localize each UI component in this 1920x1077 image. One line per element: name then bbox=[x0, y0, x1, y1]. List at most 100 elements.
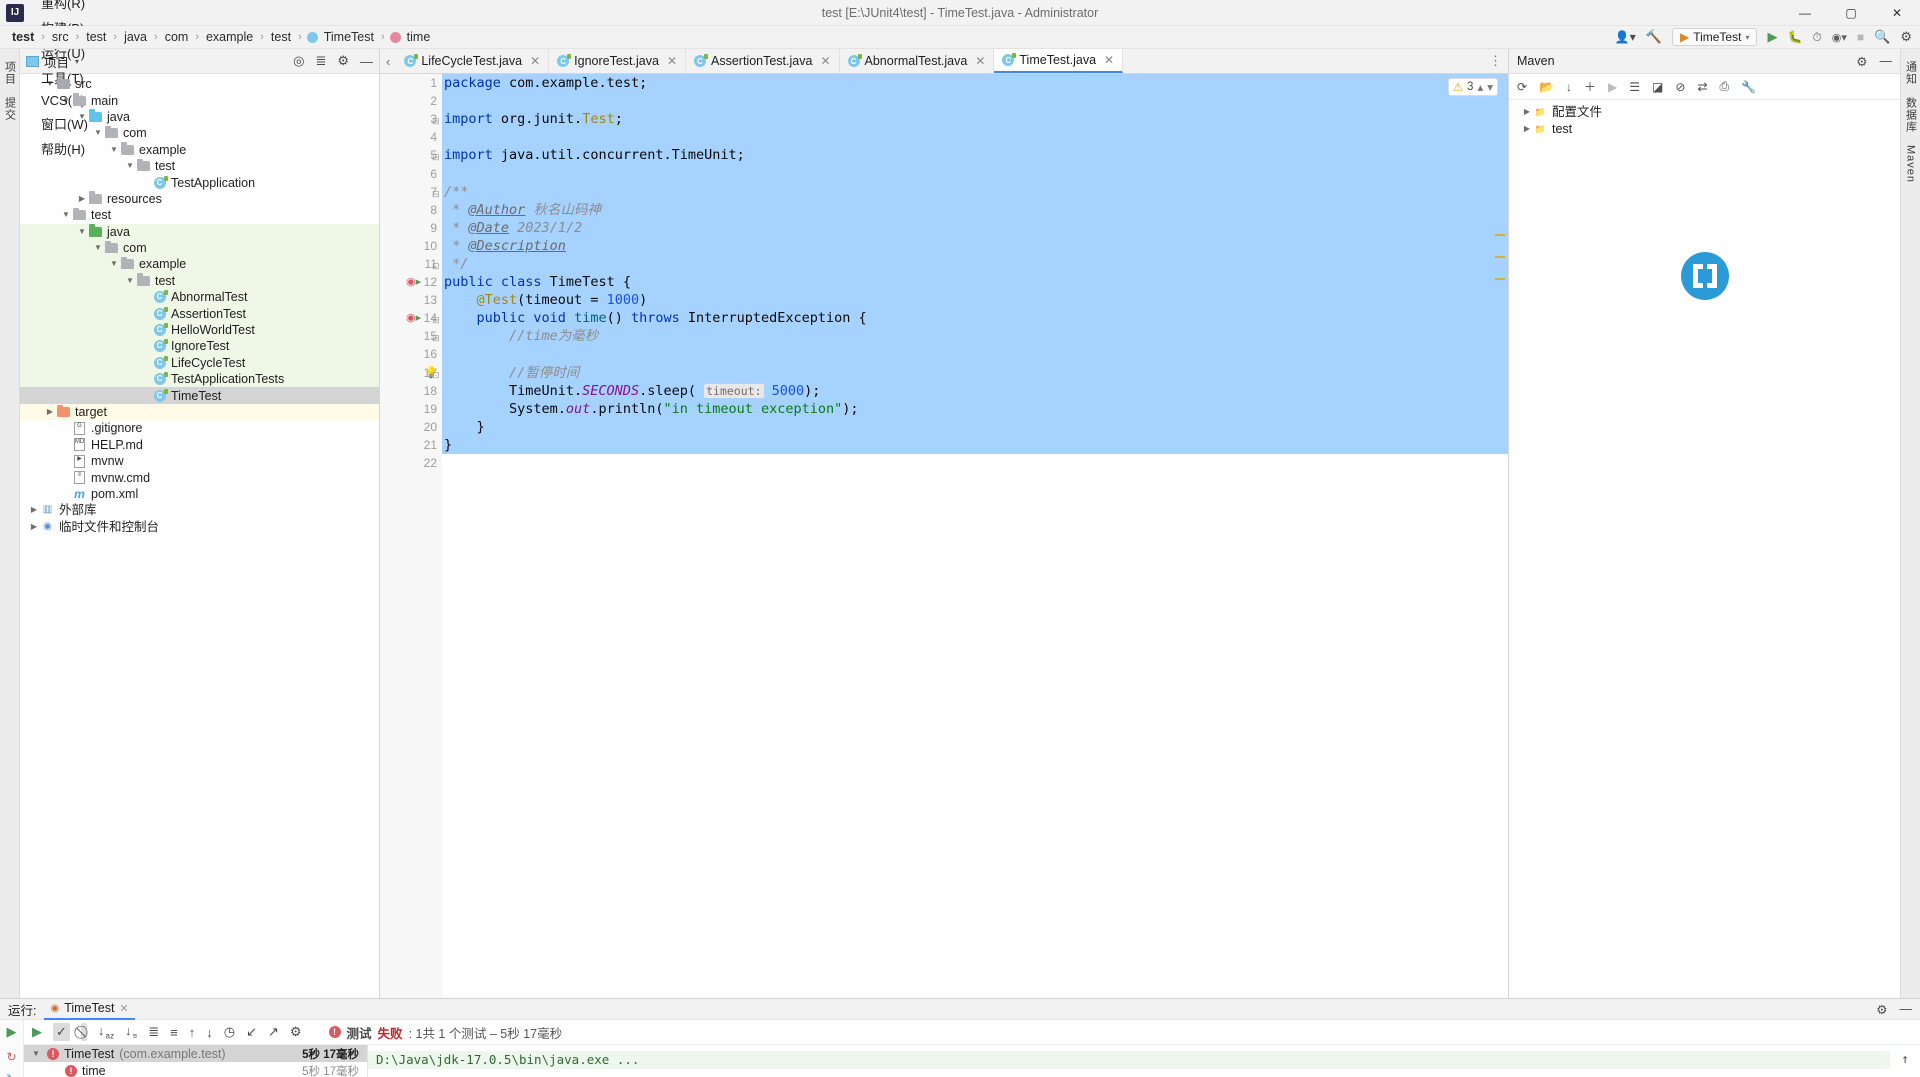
plus-icon[interactable]: ＋ bbox=[1584, 78, 1596, 95]
tree-expand-arrow[interactable]: ▶ bbox=[76, 191, 88, 207]
gutter-line-15[interactable]: 15 ⊟ bbox=[380, 327, 442, 345]
close-icon[interactable]: ✕ bbox=[119, 1002, 128, 1015]
strip-tab-commit[interactable]: 提交 bbox=[2, 97, 18, 121]
tree-expand-arrow[interactable]: ▼ bbox=[108, 256, 120, 272]
expand-icon[interactable]: ⇄ bbox=[1697, 80, 1707, 94]
execute-goal-icon[interactable]: ☰ bbox=[1629, 80, 1640, 94]
project-panel-tools[interactable]: ◎ ≣ ⚙ — bbox=[293, 53, 373, 69]
code-line-10[interactable]: * @Description bbox=[442, 237, 1508, 255]
tree-item-mvnw.cmd[interactable]: ≡ mvnw.cmd bbox=[20, 469, 379, 485]
gutter-line-12[interactable]: 12 ◉▸ bbox=[380, 273, 442, 291]
code-line-1[interactable]: package com.example.test; bbox=[442, 74, 1508, 92]
panel-settings-icon[interactable]: ⚙ bbox=[1856, 54, 1867, 69]
offline-mode-icon[interactable]: ⊘ bbox=[1675, 80, 1685, 94]
tree-item-com[interactable]: ▼ com bbox=[20, 239, 379, 257]
scroll-up-icon[interactable]: ↑ bbox=[1901, 1051, 1909, 1066]
close-icon[interactable]: ✕ bbox=[1104, 53, 1114, 67]
inspection-prev-icon[interactable]: ▴ bbox=[1477, 80, 1483, 94]
test-tree-row-TimeTest[interactable]: ▼! TimeTest (com.example.test) 5秒 17毫秒 bbox=[24, 1045, 367, 1062]
maven-panel-tools[interactable]: ⚙ — bbox=[1856, 54, 1892, 69]
minimize-button[interactable]: — bbox=[1782, 0, 1828, 26]
gutter-line-1[interactable]: 1 bbox=[380, 74, 442, 92]
gutter-line-14[interactable]: 14 ◉▸ ⊟ bbox=[380, 309, 442, 327]
editor-body[interactable]: 1 2 3 ⊟ 4 5 ⊟ 6 7 ⊟ 8 9 10 11 ⊡ 12 ◉▸ 13 14 ◉▸ ⊟ 15 ⊟ 16 17 💡 ⊡ 18 1… bbox=[380, 74, 1508, 998]
run-tab-timetest[interactable]: ◉ TimeTest ✕ bbox=[44, 999, 135, 1020]
coverage-button[interactable]: ◉▾ bbox=[1832, 31, 1847, 44]
run-button[interactable]: ▶ bbox=[1767, 29, 1777, 45]
panel-settings-icon[interactable]: ⚙ bbox=[337, 53, 349, 69]
code-line-15[interactable]: //time为毫秒 bbox=[442, 327, 1508, 345]
menu-9[interactable]: VCS(S) bbox=[32, 90, 97, 111]
gutter-line-8[interactable]: 8 bbox=[380, 201, 442, 219]
next-failed-icon[interactable]: ↓ bbox=[206, 1025, 213, 1040]
strip-tab-database[interactable]: 数据库 bbox=[1903, 97, 1919, 133]
code-line-17[interactable]: //暂停时间 bbox=[442, 364, 1508, 382]
collapse-all-icon[interactable]: ≡ bbox=[170, 1025, 178, 1040]
editor-tab-LifeCycleTest.java[interactable]: C LifeCycleTest.java ✕ bbox=[396, 49, 550, 73]
code-lines[interactable]: package com.example.test; import org.jun… bbox=[442, 74, 1508, 472]
gutter-line-10[interactable]: 10 bbox=[380, 237, 442, 255]
search-icon[interactable]: 🔍 bbox=[1874, 29, 1890, 45]
test-history-icon[interactable]: ◷ bbox=[224, 1024, 235, 1040]
add-maven-project-icon[interactable]: 📂 bbox=[1539, 80, 1554, 94]
strip-tab-notifications[interactable]: 通知 bbox=[1903, 61, 1919, 85]
hammer-icon[interactable]: 🔨 bbox=[1646, 29, 1662, 45]
gutter-line-20[interactable]: 20 bbox=[380, 418, 442, 436]
code-line-9[interactable]: * @Date 2023/1/2 bbox=[442, 219, 1508, 237]
gutter-line-21[interactable]: 21 bbox=[380, 436, 442, 454]
strip-tab-project[interactable]: 项目 bbox=[2, 61, 18, 85]
code-line-19[interactable]: System.out.println("in timeout exception… bbox=[442, 400, 1508, 418]
gutter-line-16[interactable]: 16 bbox=[380, 345, 442, 363]
code-line-20[interactable]: } bbox=[442, 418, 1508, 436]
run-settings-icon[interactable]: ⚙ bbox=[290, 1024, 302, 1040]
tree-item-mvnw[interactable]: ▶ mvnw bbox=[20, 453, 379, 469]
code-line-13[interactable]: @Test(timeout = 1000) bbox=[442, 291, 1508, 309]
menu-11[interactable]: 帮助(H) bbox=[32, 136, 97, 161]
tabs-scroll-left[interactable]: ‹ bbox=[380, 49, 396, 73]
rerun-failed-icon[interactable]: ↻ bbox=[6, 1050, 16, 1064]
editor-tab-list[interactable]: C LifeCycleTest.java ✕ C IgnoreTest.java ✕ C As… bbox=[396, 49, 1124, 73]
console-line-0[interactable]: D:\Java\jdk-17.0.5\bin\java.exe ... bbox=[368, 1051, 1920, 1070]
expand-all-icon[interactable]: ≣ bbox=[148, 1024, 159, 1040]
hide-panel-icon[interactable]: — bbox=[1900, 1002, 1913, 1017]
editor-tab-actions[interactable]: ⋮ bbox=[1483, 49, 1508, 73]
tree-item-test[interactable]: ▼ test bbox=[20, 272, 379, 290]
tree-expand-arrow[interactable]: ▶ bbox=[44, 404, 56, 420]
code-line-22[interactable] bbox=[442, 454, 1508, 472]
tree-expand-arrow[interactable]: ▼ bbox=[76, 224, 88, 240]
tree-item-java[interactable]: ▼ java bbox=[20, 223, 379, 240]
locate-icon[interactable]: ◎ bbox=[293, 53, 304, 69]
close-button[interactable]: ✕ bbox=[1874, 0, 1920, 26]
gutter-line-2[interactable]: 2 bbox=[380, 92, 442, 110]
download-sources-icon[interactable]: ↓ bbox=[1566, 80, 1572, 94]
gutter-line-17[interactable]: 17 💡 ⊡ bbox=[380, 364, 442, 382]
refresh-icon[interactable]: ⟳ bbox=[1517, 80, 1527, 94]
left-tool-strip[interactable]: 项目 提交 bbox=[0, 49, 20, 998]
editor-tabs[interactable]: ‹ C LifeCycleTest.java ✕ C IgnoreTest.java ✕ C… bbox=[380, 49, 1508, 74]
editor-tab-TimeTest.java[interactable]: C TimeTest.java ✕ bbox=[994, 49, 1124, 73]
run-maven-goal-icon[interactable]: ▶ bbox=[1608, 80, 1617, 94]
code-line-8[interactable]: * @Author 秋名山码神 bbox=[442, 201, 1508, 219]
maven-tree-item-test[interactable]: ▶ 📁 test bbox=[1509, 120, 1900, 136]
editor-tab-AbnormalTest.java[interactable]: C AbnormalTest.java ✕ bbox=[839, 49, 995, 73]
menu-5[interactable]: 重构(R) bbox=[32, 0, 97, 15]
strip-tab-maven[interactable]: Maven bbox=[1905, 145, 1917, 183]
run-side-toolbar[interactable]: ▶ ↻ 🔧 ■ 📷 ☰ 📌 bbox=[0, 1020, 24, 1077]
tree-item-test[interactable]: ▼ test bbox=[20, 207, 379, 223]
sort-by-duration-icon[interactable]: ↓ ≡ bbox=[125, 1023, 137, 1041]
run-toolbar[interactable]: ▶ ✓ ⃠ ↓ az ↓ ≡ ≣ ≡ ↑ ↓ ◷ ↙ ↗ ⚙ ! 测试失败: 1… bbox=[24, 1020, 1920, 1045]
tree-expand-arrow[interactable]: ▼ bbox=[60, 207, 72, 223]
tree-item-example[interactable]: ▼ example bbox=[20, 256, 379, 273]
breadcrumb-item-src[interactable]: src bbox=[50, 30, 71, 44]
console-output[interactable]: D:\Java\jdk-17.0.5\bin\java.exe ... org.… bbox=[368, 1045, 1920, 1077]
inspection-next-icon[interactable]: ▾ bbox=[1487, 80, 1493, 94]
show-diagram-icon[interactable]: ⎙ bbox=[1720, 79, 1730, 94]
tree-expand-arrow[interactable]: ▶ bbox=[28, 502, 40, 518]
code-line-7[interactable]: /** bbox=[442, 183, 1508, 201]
tree-item-target[interactable]: ▶ target bbox=[20, 403, 379, 421]
hide-panel-icon[interactable]: — bbox=[1880, 54, 1893, 69]
tree-item-IgnoreTest[interactable]: C IgnoreTest bbox=[20, 338, 379, 355]
run-window-header[interactable]: 运行: ◉ TimeTest ✕ ⚙ — bbox=[0, 999, 1920, 1020]
collapse-all-icon[interactable]: ≣ bbox=[315, 53, 326, 69]
tree-item-TestApplication[interactable]: C TestApplication bbox=[20, 174, 379, 190]
